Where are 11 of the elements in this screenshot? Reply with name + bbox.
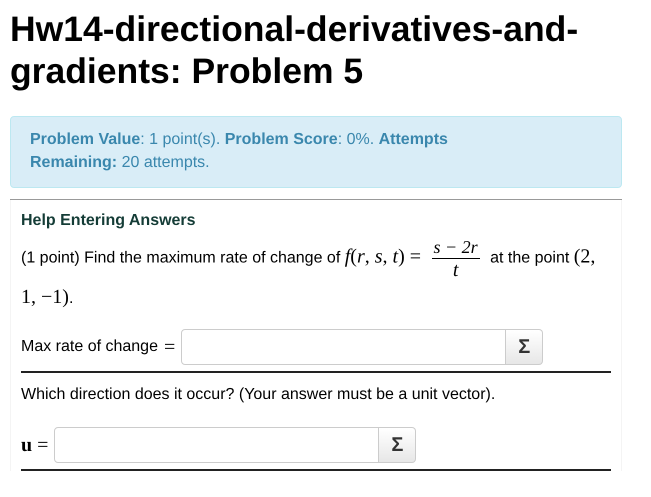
answer-label: Max rate of change (21, 338, 158, 356)
question-text: Which direction does it occur? (Your answer must be a unit vector). (21, 385, 496, 405)
page-title: Hw14-directional-derivatives-and-gradients: Problem 5 (10, 8, 580, 92)
answer-field[interactable] (181, 329, 506, 365)
help-link[interactable]: Help Entering Answers (21, 210, 196, 232)
math-symbol: u = (21, 434, 48, 456)
math-symbol: = (164, 336, 176, 358)
answer-field[interactable] (54, 427, 380, 463)
problem-status: Problem Value: 1 point(s). Problem Score: 0%. Attempts Remaining: 20 attempts. (30, 130, 449, 173)
equation-editor-button[interactable]: Σ (379, 427, 416, 463)
equation-editor-button[interactable]: Σ (506, 329, 544, 365)
